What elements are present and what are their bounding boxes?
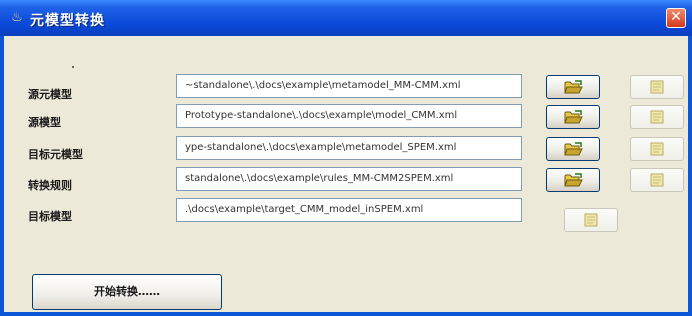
title-bar[interactable]: ♨ 元模型转换 ✕	[0, 0, 692, 36]
open-folder-icon	[564, 173, 583, 187]
open-folder-icon	[564, 142, 583, 156]
label-target-metamodel: 目标元模型	[28, 148, 83, 161]
open-target-metamodel-button[interactable]	[546, 137, 600, 161]
source-metamodel-field[interactable]: ~standalone\.\docs\example\metamodel_MM-…	[176, 74, 522, 98]
label-source-metamodel: 源元模型	[28, 88, 72, 101]
label-target-model: 目标模型	[28, 210, 72, 223]
source-model-field[interactable]: Prototype-standalone\.\docs\example\mode…	[176, 104, 522, 128]
target-model-field[interactable]: .\docs\example\target_CMM_model_inSPEM.x…	[176, 198, 522, 222]
target-metamodel-field[interactable]: ype-standalone\.\docs\example\metamodel_…	[176, 136, 522, 160]
transform-rules-field[interactable]: standalone\.\docs\example\rules_MM-CMM2S…	[176, 167, 522, 191]
close-button[interactable]: ✕	[666, 8, 686, 28]
label-transform-rules: 转换规则	[28, 179, 72, 192]
open-folder-icon	[564, 80, 583, 94]
save-folder-icon	[650, 142, 664, 156]
save-folder-icon	[650, 110, 664, 124]
open-transform-rules-button[interactable]	[546, 168, 600, 192]
java-cup-icon: ♨	[11, 10, 23, 25]
dialog-window: ♨ 元模型转换 ✕ 源元模型 ~standalone\.\docs\exampl…	[0, 0, 692, 316]
open-source-metamodel-button[interactable]	[546, 75, 600, 99]
dialog-content: 源元模型 ~standalone\.\docs\example\metamode…	[4, 36, 688, 312]
save-folder-icon	[584, 213, 598, 227]
open-folder-icon	[564, 110, 583, 124]
decorative-dot	[72, 66, 74, 68]
save-folder-icon	[650, 80, 664, 94]
window-title: 元模型转换	[30, 13, 105, 29]
save-source-model-button[interactable]	[630, 105, 684, 129]
label-source-model: 源模型	[28, 116, 61, 129]
save-target-model-button[interactable]	[564, 208, 618, 232]
save-target-metamodel-button[interactable]	[630, 137, 684, 161]
open-source-model-button[interactable]	[546, 105, 600, 129]
save-transform-rules-button[interactable]	[630, 168, 684, 192]
save-source-metamodel-button[interactable]	[630, 75, 684, 99]
start-transform-button[interactable]: 开始转换……	[32, 274, 222, 310]
save-folder-icon	[650, 173, 664, 187]
